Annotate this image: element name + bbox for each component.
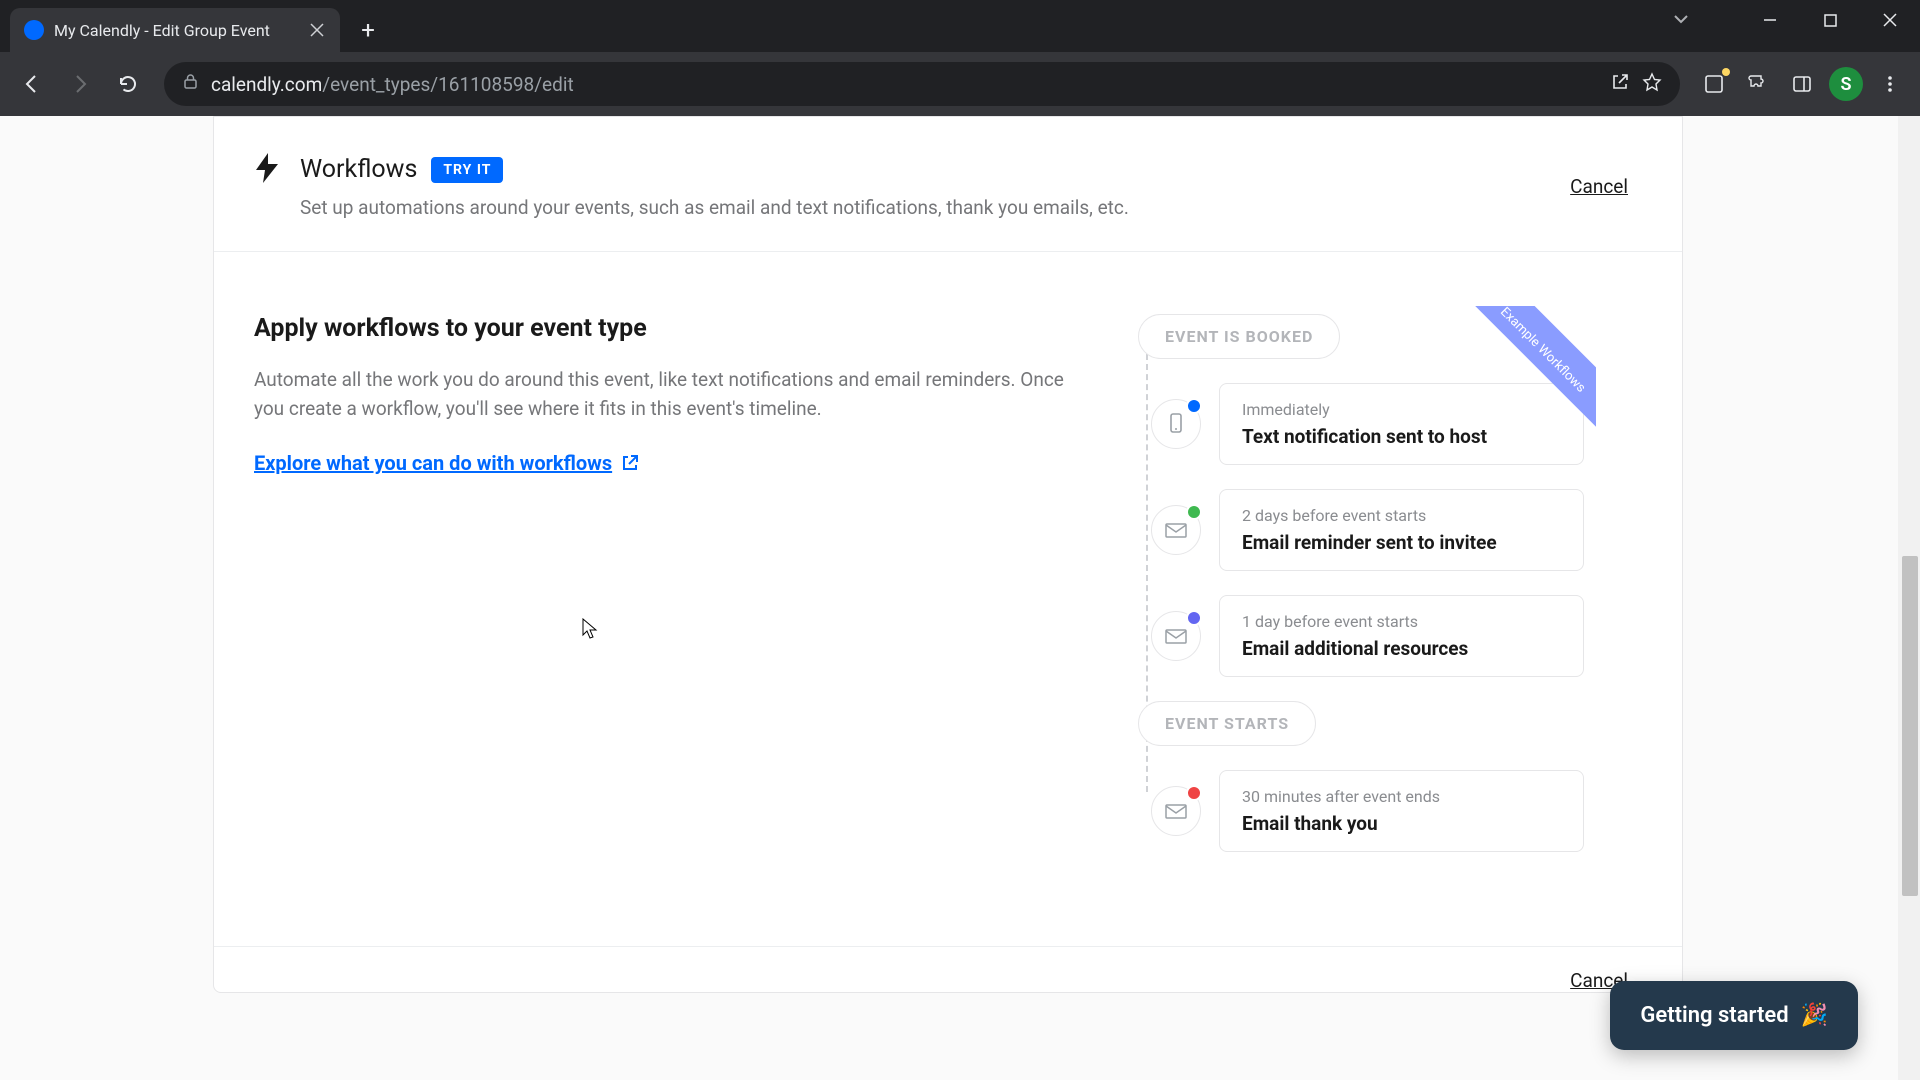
browser-menu-icon[interactable] <box>1872 66 1908 102</box>
browser-toolbar: calendly.com/event_types/161108598/edit … <box>0 52 1920 116</box>
extensions-icon[interactable] <box>1740 66 1776 102</box>
step-timing: 1 day before event starts <box>1242 612 1561 631</box>
maximize-button[interactable] <box>1800 0 1860 40</box>
phone-icon <box>1151 399 1201 449</box>
panel-title: Workflows <box>300 155 417 184</box>
calendly-favicon-icon <box>24 20 44 40</box>
step-timing: 30 minutes after event ends <box>1242 787 1561 806</box>
forward-button[interactable] <box>60 64 100 104</box>
panel-subtitle: Set up automations around your events, s… <box>300 194 1570 223</box>
timeline-step: 2 days before event starts Email reminde… <box>1144 489 1584 571</box>
event-starts-pill: EVENT STARTS <box>1138 701 1316 746</box>
window-controls <box>1740 0 1920 40</box>
minimize-button[interactable] <box>1740 0 1800 40</box>
address-bar[interactable]: calendly.com/event_types/161108598/edit <box>164 62 1680 106</box>
panel-footer: Cancel <box>214 946 1682 992</box>
reload-button[interactable] <box>108 64 148 104</box>
url-text: calendly.com/event_types/161108598/edit <box>211 73 1598 96</box>
tab-bar: My Calendly - Edit Group Event + <box>0 0 1920 52</box>
new-tab-button[interactable]: + <box>350 12 386 48</box>
step-action: Text notification sent to host <box>1242 425 1561 448</box>
timeline-step: Immediately Text notification sent to ho… <box>1144 383 1584 465</box>
getting-started-button[interactable]: Getting started 🎉 <box>1610 981 1858 1050</box>
panel-top-edge <box>214 116 1682 131</box>
step-timing: 2 days before event starts <box>1242 506 1561 525</box>
section-description: Automate all the work you do around this… <box>254 365 1074 424</box>
explore-link-text: Explore what you can do with workflows <box>254 451 612 475</box>
external-link-icon <box>620 453 640 473</box>
event-booked-pill: EVENT IS BOOKED <box>1138 314 1340 359</box>
party-emoji-icon: 🎉 <box>1801 1003 1828 1028</box>
tabs-dropdown-icon[interactable] <box>1672 10 1690 32</box>
timeline-step: 1 day before event starts Email addition… <box>1144 595 1584 677</box>
envelope-icon <box>1151 505 1201 555</box>
step-action: Email thank you <box>1242 812 1561 835</box>
scrollbar[interactable] <box>1898 116 1920 1080</box>
help-label: Getting started <box>1640 1003 1788 1028</box>
step-action: Email additional resources <box>1242 637 1561 660</box>
panel-header: Workflows TRY IT Set up automations arou… <box>214 131 1682 252</box>
tab-title: My Calendly - Edit Group Event <box>54 21 298 40</box>
section-heading: Apply workflows to your event type <box>254 314 1074 343</box>
envelope-icon <box>1151 786 1201 836</box>
back-button[interactable] <box>12 64 52 104</box>
bookmark-star-icon[interactable] <box>1642 72 1662 96</box>
lock-icon <box>182 73 199 95</box>
step-timing: Immediately <box>1242 400 1561 419</box>
browser-chrome: My Calendly - Edit Group Event + calendl… <box>0 0 1920 116</box>
share-icon[interactable] <box>1610 72 1630 96</box>
browser-tab[interactable]: My Calendly - Edit Group Event <box>10 8 340 52</box>
extension-badge-icon[interactable] <box>1696 66 1732 102</box>
timeline-step: 30 minutes after event ends Email thank … <box>1144 770 1584 852</box>
tab-close-button[interactable] <box>308 21 326 39</box>
explore-workflows-link[interactable]: Explore what you can do with workflows <box>254 451 640 475</box>
profile-avatar[interactable]: S <box>1828 66 1864 102</box>
example-timeline: Example Workflows EVENT IS BOOKED Immedi… <box>1114 314 1584 876</box>
page-content: Workflows TRY IT Set up automations arou… <box>0 116 1920 1080</box>
workflows-panel: Workflows TRY IT Set up automations arou… <box>213 116 1683 993</box>
scrollbar-thumb[interactable] <box>1902 556 1918 896</box>
step-action: Email reminder sent to invitee <box>1242 531 1561 554</box>
try-it-badge[interactable]: TRY IT <box>431 157 503 183</box>
cancel-link[interactable]: Cancel <box>1570 175 1628 198</box>
side-panel-icon[interactable] <box>1784 66 1820 102</box>
close-window-button[interactable] <box>1860 0 1920 40</box>
workflows-bolt-icon <box>254 153 280 223</box>
envelope-icon <box>1151 611 1201 661</box>
